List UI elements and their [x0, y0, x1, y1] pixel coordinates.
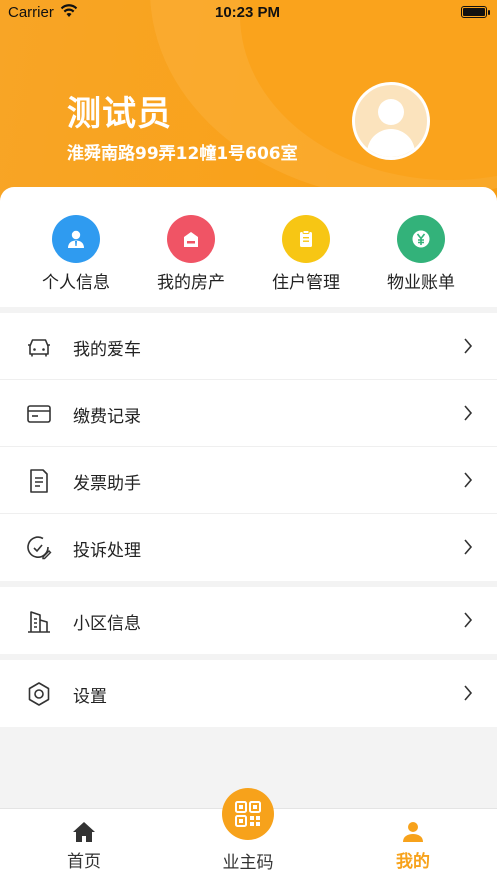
tab-label: 我的 — [396, 852, 430, 872]
menu-item-label: 发票助手 — [73, 474, 141, 494]
menu-group-settings: 设置 — [0, 660, 497, 727]
menu-group-community: 小区信息 — [0, 587, 497, 654]
quick-action-label: 住户管理 — [272, 273, 340, 293]
menu-item-label: 设置 — [73, 687, 107, 707]
menu-item-complaint-handling[interactable]: 投诉处理 — [0, 514, 497, 581]
menu-item-label: 缴费记录 — [73, 407, 141, 427]
chevron-right-icon — [464, 539, 473, 555]
quick-action-property-bill[interactable]: 物业账单 — [364, 215, 478, 293]
menu-item-label: 投诉处理 — [73, 541, 141, 561]
menu-item-settings[interactable]: 设置 — [0, 660, 497, 727]
chevron-right-icon — [464, 472, 473, 488]
status-time: 10:23 PM — [215, 4, 281, 21]
home-icon — [73, 822, 95, 842]
menu-group-services: 我的爱车 缴费记录 发票助手 投诉处理 — [0, 313, 497, 581]
menu-item-community-info[interactable]: 小区信息 — [0, 587, 497, 654]
chevron-right-icon — [464, 612, 473, 628]
menu-item-label: 我的爱车 — [73, 340, 141, 360]
house-icon — [167, 215, 215, 263]
chevron-right-icon — [464, 338, 473, 354]
card-icon — [27, 405, 51, 423]
battery-icon — [461, 6, 490, 18]
qr-code-icon — [222, 788, 274, 840]
car-icon — [28, 339, 50, 357]
menu-item-label: 小区信息 — [73, 614, 141, 634]
quick-action-resident-management[interactable]: 住户管理 — [249, 215, 363, 293]
quick-action-label: 个人信息 — [42, 273, 110, 293]
avatar-body-shape — [367, 129, 415, 157]
tab-owner-code[interactable]: 业主码 — [188, 788, 308, 873]
carrier-label: Carrier — [8, 4, 54, 21]
building-icon — [28, 611, 50, 633]
complaint-icon — [27, 536, 52, 560]
yen-icon — [397, 215, 445, 263]
quick-action-label: 物业账单 — [387, 273, 455, 293]
tab-home[interactable]: 首页 — [24, 821, 144, 872]
quick-actions: 个人信息 我的房产 住户管理 物业账单 — [0, 187, 497, 307]
chevron-right-icon — [464, 405, 473, 421]
quick-action-personal-info[interactable]: 个人信息 — [19, 215, 133, 293]
menu-item-payment-records[interactable]: 缴费记录 — [0, 380, 497, 447]
settings-icon — [28, 682, 50, 706]
menu-item-my-car[interactable]: 我的爱车 — [0, 313, 497, 380]
user-icon — [403, 822, 423, 842]
user-name: 测试员 — [67, 94, 172, 134]
avatar[interactable] — [352, 82, 430, 160]
wifi-icon — [60, 4, 78, 22]
chevron-right-icon — [464, 685, 473, 701]
clipboard-icon — [282, 215, 330, 263]
status-bar: Carrier 10:23 PM — [0, 0, 497, 26]
avatar-head-shape — [378, 99, 404, 125]
quick-action-label: 我的房产 — [157, 273, 225, 293]
user-address: 淮舜南路99弄12幢1号606室 — [67, 144, 298, 164]
menu-item-invoice-assistant[interactable]: 发票助手 — [0, 447, 497, 514]
quick-action-my-property[interactable]: 我的房产 — [134, 215, 248, 293]
tab-label: 首页 — [67, 852, 101, 872]
tab-mine[interactable]: 我的 — [353, 821, 473, 872]
tab-label: 业主码 — [222, 853, 274, 873]
invoice-icon — [30, 469, 48, 493]
person-icon — [52, 215, 100, 263]
